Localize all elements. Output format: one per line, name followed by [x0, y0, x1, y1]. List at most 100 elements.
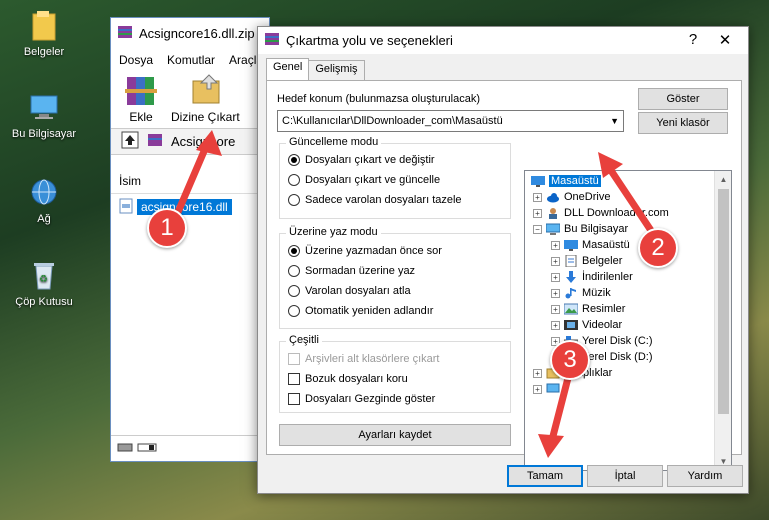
update-mode-option-replace[interactable]: Dosyaları çıkart ve değiştir	[288, 154, 435, 166]
expand-icon[interactable]: +	[533, 368, 542, 378]
help-icon[interactable]: ?	[678, 31, 708, 48]
radio-button[interactable]	[288, 194, 300, 206]
option-label: Sadece varolan dosyaları tazele	[305, 194, 462, 206]
winrar-status-bar	[111, 435, 269, 461]
winrar-menu-bar: Dosya Komutlar Araçla	[111, 49, 269, 71]
expand-icon[interactable]: +	[551, 240, 560, 250]
menu-file[interactable]: Dosya	[119, 53, 153, 67]
extract-to-button[interactable]: Dizine Çıkart	[171, 73, 240, 124]
add-button-label: Ekle	[129, 110, 153, 124]
radio-button[interactable]	[288, 305, 300, 317]
option-label: Bozuk dosyaları koru	[305, 373, 408, 385]
ok-button[interactable]: Tamam	[507, 465, 583, 487]
winrar-path: Acsigncore	[171, 134, 236, 149]
overwrite-option-without-prompt[interactable]: Sormadan üzerine yaz	[288, 265, 415, 277]
expand-icon[interactable]: +	[551, 320, 560, 330]
tree-item-this-pc[interactable]: − Bu Bilgisayar	[533, 223, 628, 235]
extract-folder-icon	[185, 73, 225, 107]
tree-item-network[interactable]: +	[533, 383, 564, 395]
show-button[interactable]: Göster	[638, 88, 728, 110]
destination-path-combo[interactable]: C:\Kullanıcılar\DllDownloader_com\Masaüs…	[277, 110, 624, 132]
tree-item-desktop-root[interactable]: Masaüstü	[531, 175, 601, 187]
computer-icon	[545, 223, 561, 235]
desktop-icon-network[interactable]: Ağ	[8, 175, 80, 225]
option-label: Arşivleri alt klasörlere çıkart	[305, 353, 440, 365]
tree-item-desktop[interactable]: + Masaüstü	[551, 239, 630, 251]
tree-item-pictures[interactable]: + Resimler	[551, 303, 625, 315]
overwrite-option-skip[interactable]: Varolan dosyaları atla	[288, 285, 411, 297]
expand-icon[interactable]: +	[551, 288, 560, 298]
close-icon[interactable]: ✕	[710, 31, 740, 49]
help-button[interactable]: Yardım	[667, 465, 743, 487]
up-folder-icon[interactable]	[121, 131, 139, 152]
dialog-title: Çıkartma yolu ve seçenekleri	[286, 33, 453, 48]
misc-option-keep-broken[interactable]: Bozuk dosyaları koru	[288, 373, 408, 385]
tree-item-documents[interactable]: + Belgeler	[551, 254, 622, 268]
update-mode-option-update[interactable]: Dosyaları çıkart ve güncelle	[288, 174, 440, 186]
overwrite-mode-title: Üzerine yaz modu	[286, 226, 381, 238]
option-label: Dosyaları Gezginde göster	[305, 393, 436, 405]
dialog-title-bar: Çıkartma yolu ve seçenekleri ? ✕	[258, 27, 748, 54]
file-name: acsigncore16.dll	[137, 199, 232, 215]
radio-button[interactable]	[288, 245, 300, 257]
save-settings-button[interactable]: Ayarları kaydet	[279, 424, 511, 446]
video-icon	[564, 319, 578, 331]
drive-status-icon	[117, 441, 133, 456]
radio-button[interactable]	[288, 265, 300, 277]
step-marker-2: 2	[638, 228, 678, 268]
chevron-down-icon[interactable]: ▼	[610, 111, 619, 131]
cloud-icon	[546, 191, 560, 203]
expand-icon[interactable]: +	[533, 192, 542, 202]
scroll-up-icon[interactable]: ▲	[715, 171, 731, 188]
tab-advanced[interactable]: Gelişmiş	[308, 60, 365, 80]
add-button[interactable]: Ekle	[121, 73, 161, 124]
tree-item-onedrive[interactable]: + OneDrive	[533, 191, 610, 203]
collapse-icon[interactable]: −	[533, 224, 542, 234]
tree-item-videos[interactable]: + Videolar	[551, 319, 622, 331]
expand-icon[interactable]: +	[551, 272, 560, 282]
list-item[interactable]: acsigncore16.dll	[119, 198, 269, 216]
checkbox[interactable]	[288, 373, 300, 385]
update-mode-option-refresh[interactable]: Sadece varolan dosyaları tazele	[288, 194, 462, 206]
tree-item-user[interactable]: + DLL Downloader.com	[533, 207, 669, 219]
tree-item-downloads[interactable]: + İndirilenler	[551, 271, 633, 283]
destination-label: Hedef konum (bulunmazsa oluşturulacak)	[277, 93, 480, 105]
winrar-file-list: İsim acsigncore16.dll	[111, 168, 269, 428]
tab-general[interactable]: Genel	[266, 58, 310, 80]
expand-icon[interactable]: +	[533, 208, 542, 218]
pictures-icon	[563, 303, 579, 315]
checkbox[interactable]	[288, 393, 300, 405]
overwrite-option-rename[interactable]: Otomatik yeniden adlandır	[288, 305, 433, 317]
step-marker-1: 1	[147, 208, 187, 248]
expand-icon[interactable]: +	[551, 304, 560, 314]
misc-option-subfolders: Arşivleri alt klasörlere çıkart	[288, 353, 439, 365]
overwrite-option-ask[interactable]: Üzerine yazmadan önce sor	[288, 245, 442, 257]
desktop-icon-this-pc[interactable]: Bu Bilgisayar	[8, 90, 80, 140]
winrar-app-icon	[117, 24, 133, 43]
expand-icon[interactable]: +	[551, 256, 560, 266]
radio-button[interactable]	[288, 174, 300, 186]
tree-item-music[interactable]: + Müzik	[551, 287, 611, 299]
folder-tree[interactable]: Masaüstü + OneDrive + DLL Downloader.com…	[524, 170, 732, 471]
desktop-icon-recycle-bin[interactable]: ♻ Çöp Kutusu	[8, 258, 80, 308]
scroll-thumb[interactable]	[718, 189, 729, 414]
misc-option-show-in-explorer[interactable]: Dosyaları Gezginde göster	[288, 393, 435, 405]
desktop-icon-label: Ağ	[37, 213, 51, 225]
option-label: Üzerine yazmadan önce sor	[305, 245, 442, 257]
tree-scrollbar[interactable]: ▲ ▼	[714, 171, 731, 470]
expand-icon[interactable]: +	[533, 384, 542, 394]
desktop-icon	[531, 175, 545, 187]
archive-icon	[147, 132, 163, 151]
radio-button[interactable]	[288, 285, 300, 297]
desktop-icon-documents[interactable]: Belgeler	[8, 8, 80, 58]
checkbox	[288, 353, 300, 365]
music-icon	[564, 287, 578, 299]
desktop-icon	[564, 239, 578, 251]
cancel-button[interactable]: İptal	[587, 465, 663, 487]
new-folder-button[interactable]: Yeni klasör	[638, 112, 728, 134]
radio-button[interactable]	[288, 154, 300, 166]
desktop-icon-label: Belgeler	[23, 46, 65, 58]
option-label: Otomatik yeniden adlandır	[305, 305, 434, 317]
menu-commands[interactable]: Komutlar	[167, 53, 215, 67]
column-header-name[interactable]: İsim	[111, 168, 269, 194]
